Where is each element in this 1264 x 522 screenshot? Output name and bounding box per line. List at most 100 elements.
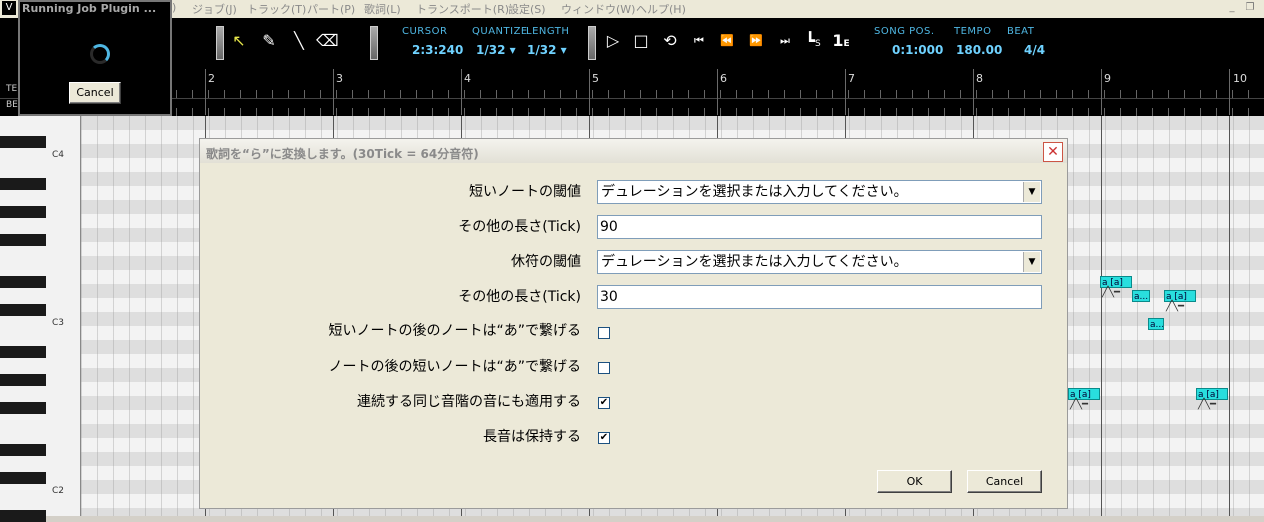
black-key[interactable] <box>0 510 46 522</box>
opt4-label: 長音は保持する <box>483 429 581 445</box>
pencil-tool-icon[interactable]: ✎ <box>258 30 280 52</box>
rewind-icon[interactable]: ⏪ <box>716 30 738 52</box>
cursor-label: CURSOR <box>402 26 448 37</box>
tempo-label: TEMPO <box>954 26 992 37</box>
opt2-label: ノートの後の短いノートは“あ”で繋げる <box>328 359 581 375</box>
opt1-checkbox[interactable] <box>598 327 610 339</box>
opt3-checkbox[interactable]: ✔ <box>598 397 610 409</box>
measure-line <box>1229 116 1230 516</box>
short-note-threshold-combo[interactable]: デュレーションを選択または入力してください。 ▼ <box>597 180 1042 204</box>
other-length-2-label: その他の長さ(Tick) <box>458 289 581 305</box>
black-key[interactable] <box>0 234 46 246</box>
vibrato-icon: ╱╲━ <box>1198 399 1217 410</box>
menu-settings[interactable]: 設定(S) <box>508 1 546 17</box>
note-block[interactable]: a... <box>1132 290 1150 302</box>
minimize-icon[interactable]: _ <box>1224 1 1240 15</box>
restore-icon[interactable]: ❐ <box>1242 1 1258 15</box>
quantize-select[interactable]: 1/32 ▾ <box>476 43 516 57</box>
key-label-c2: C2 <box>52 486 65 496</box>
black-key[interactable] <box>0 374 46 386</box>
dropdown-arrow-icon[interactable]: ▼ <box>1023 182 1040 202</box>
start-marker-icon[interactable]: ┗S <box>802 30 824 52</box>
black-key[interactable] <box>0 346 46 358</box>
menu-track[interactable]: トラック(T) <box>247 1 306 17</box>
stop-icon[interactable]: □ <box>630 30 652 52</box>
menu-lyrics[interactable]: 歌詞(L) <box>364 1 401 17</box>
menu-item-partial[interactable]: ) <box>172 1 176 14</box>
skip-end-icon[interactable]: ⏭ <box>774 30 796 52</box>
black-key[interactable] <box>0 304 46 316</box>
toolbar: ↖ ✎ ╲ ⌫ CURSOR 2:3:240 QUANTIZE 1/32 ▾ L… <box>0 18 1264 68</box>
measure-number: 5 <box>592 72 599 85</box>
other-length-2-input[interactable]: 30 <box>597 285 1042 309</box>
close-icon[interactable]: ✕ <box>1043 142 1063 162</box>
dialog-title: 歌詞を“ら”に変換します。(30Tick = 64分音符) <box>206 147 479 161</box>
length-select[interactable]: 1/32 ▾ <box>527 43 567 57</box>
vibrato-icon: ╱╲━ <box>1166 301 1185 312</box>
piano-keyboard[interactable]: C4 C3 C2 <box>0 116 81 522</box>
measure-line <box>1101 116 1102 516</box>
black-key[interactable] <box>0 136 46 148</box>
black-key[interactable] <box>0 402 46 414</box>
spinner-icon <box>90 44 110 64</box>
length-label: LENGTH <box>526 26 570 37</box>
line-tool-icon[interactable]: ╲ <box>288 30 310 52</box>
vibrato-icon: ╱╲━ <box>1070 399 1089 410</box>
eraser-tool-icon[interactable]: ⌫ <box>316 30 339 52</box>
running-job-cancel-button[interactable]: Cancel <box>69 82 121 104</box>
rest-threshold-label: 休符の閾値 <box>511 254 581 270</box>
measure-number: 3 <box>336 72 343 85</box>
toolbar-grip-icon[interactable] <box>216 26 224 60</box>
measure-number: 8 <box>976 72 983 85</box>
lyrics-convert-dialog: 歌詞を“ら”に変換します。(30Tick = 64分音符) ✕ 短いノートの閾値… <box>199 138 1068 509</box>
menu-help[interactable]: ヘルプ(H) <box>636 1 686 17</box>
beat-row-label: BE <box>6 100 18 110</box>
arrow-tool-icon[interactable]: ↖ <box>228 30 250 52</box>
beat-label: BEAT <box>1007 26 1035 37</box>
menu-part[interactable]: パート(P) <box>307 1 355 17</box>
running-job-title: Running Job Plugin ... <box>22 2 157 15</box>
measure-line <box>1101 69 1102 115</box>
toolbar-grip-icon[interactable] <box>588 26 596 60</box>
rest-threshold-combo[interactable]: デュレーションを選択または入力してください。 ▼ <box>597 250 1042 274</box>
other-length-1-input[interactable]: 90 <box>597 215 1042 239</box>
measure-line <box>461 69 462 115</box>
measure-number: 7 <box>848 72 855 85</box>
opt3-label: 連続する同じ音階の音にも適用する <box>357 394 581 410</box>
cancel-button[interactable]: Cancel <box>967 470 1042 493</box>
song-pos-label: SONG POS. <box>874 26 935 37</box>
fast-forward-icon[interactable]: ⏩ <box>745 30 767 52</box>
menu-transport[interactable]: トランスポート(R) <box>416 1 509 17</box>
vibrato-icon: ╱╲━ <box>1102 287 1121 298</box>
app-icon[interactable]: V <box>2 1 16 15</box>
dialog-titlebar[interactable]: 歌詞を“ら”に変換します。(30Tick = 64分音符) ✕ <box>200 139 1067 163</box>
beat-value: 4/4 <box>1024 43 1046 57</box>
black-key[interactable] <box>0 276 46 288</box>
measure-line <box>589 69 590 115</box>
ok-button[interactable]: OK <box>877 470 952 493</box>
opt2-checkbox[interactable] <box>598 362 610 374</box>
play-icon[interactable]: ▷ <box>602 30 624 52</box>
black-key[interactable] <box>0 472 46 484</box>
loop-icon[interactable]: ⟲ <box>659 30 681 52</box>
skip-start-icon[interactable]: ⏮ <box>688 30 710 52</box>
short-note-threshold-label: 短いノートの閾値 <box>469 184 581 200</box>
tempo-value: 180.00 <box>956 43 1003 57</box>
other-length-1-label: その他の長さ(Tick) <box>458 219 581 235</box>
measure-line <box>973 69 974 115</box>
menu-window[interactable]: ウィンドウ(W) <box>561 1 635 17</box>
dropdown-arrow-icon[interactable]: ▼ <box>1023 252 1040 272</box>
note-block[interactable]: a... <box>1148 318 1164 330</box>
key-label-c3: C3 <box>52 318 65 328</box>
menu-job[interactable]: ジョブ(J) <box>192 1 237 17</box>
end-marker-icon[interactable]: 1E <box>830 30 852 52</box>
ruler[interactable] <box>0 68 1264 116</box>
black-key[interactable] <box>0 206 46 218</box>
toolbar-grip-icon[interactable] <box>370 26 378 60</box>
black-key[interactable] <box>0 178 46 190</box>
measure-number: 10 <box>1233 72 1247 85</box>
black-key[interactable] <box>0 444 46 456</box>
quantize-label: QUANTIZE <box>472 26 528 37</box>
key-label-c4: C4 <box>52 150 65 160</box>
opt4-checkbox[interactable]: ✔ <box>598 432 610 444</box>
